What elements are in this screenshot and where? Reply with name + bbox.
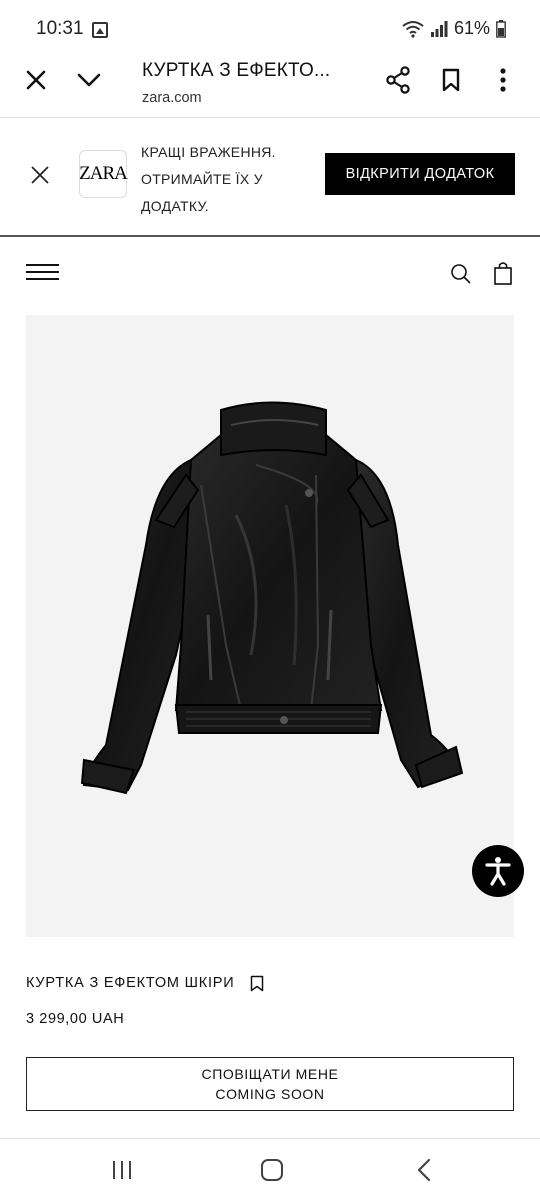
- notify-me-button[interactable]: СПОВІЩАТИ МЕНЕ COMING SOON: [26, 1057, 514, 1111]
- zara-app-logo: ZARA: [79, 150, 128, 198]
- chevron-down-icon: [77, 73, 101, 87]
- accessibility-button[interactable]: [472, 845, 524, 897]
- share-button[interactable]: [376, 58, 420, 102]
- gallery-notification-icon: [92, 22, 108, 38]
- status-indicators: 61%: [402, 18, 506, 39]
- status-time: 10:31: [36, 18, 84, 39]
- share-icon: [386, 66, 410, 94]
- battery-percent: 61%: [453, 18, 490, 38]
- product-price: 3 299,00 UAH: [26, 1011, 125, 1027]
- home-icon: [261, 1159, 283, 1181]
- system-navigation-bar: [0, 1138, 540, 1200]
- signal-icon: [430, 20, 448, 37]
- bookmark-button[interactable]: [429, 58, 473, 102]
- page-title[interactable]: КУРТКА З ЕФЕКТО...: [142, 60, 330, 82]
- more-vertical-icon: [500, 68, 506, 92]
- banner-message-line1: КРАЩІ ВРАЖЕННЯ.: [141, 144, 276, 160]
- recent-apps-button[interactable]: [102, 1153, 142, 1187]
- more-options-button[interactable]: [481, 58, 525, 102]
- bookmark-icon: [442, 68, 460, 92]
- site-header: [0, 237, 540, 313]
- back-chevron-icon: [417, 1158, 431, 1182]
- accessibility-icon: [485, 857, 511, 886]
- coming-soon-label: COMING SOON: [215, 1086, 325, 1102]
- product-name: КУРТКА З ЕФЕКТОМ ШКІРИ: [26, 975, 235, 991]
- back-button[interactable]: [404, 1153, 444, 1187]
- notify-label: СПОВІЩАТИ МЕНЕ: [201, 1066, 339, 1082]
- open-app-button[interactable]: ВІДКРИТИ ДОДАТОК: [325, 153, 515, 195]
- wishlist-bookmark-icon[interactable]: [250, 975, 264, 992]
- close-icon: [26, 70, 46, 90]
- banner-message: КРАЩІ ВРАЖЕННЯ. ОТРИМАЙТЕ ЇХ У ДОДАТКУ.: [141, 139, 311, 220]
- browser-toolbar: КУРТКА З ЕФЕКТО... zara.com: [0, 58, 540, 118]
- app-promo-banner: ZARA КРАЩІ ВРАЖЕННЯ. ОТРИМАЙТЕ ЇХ У ДОДА…: [0, 119, 540, 237]
- leather-jacket-illustration: [80, 401, 464, 795]
- minimize-button[interactable]: [67, 58, 111, 102]
- banner-message-line3: ДОДАТКУ.: [141, 198, 209, 214]
- recent-apps-icon: [113, 1161, 131, 1179]
- status-bar: 10:31 61%: [0, 0, 540, 58]
- home-button[interactable]: [252, 1153, 292, 1187]
- product-image[interactable]: [26, 315, 514, 937]
- page-url[interactable]: zara.com: [142, 90, 202, 106]
- logo-text: ZARA: [79, 163, 128, 184]
- wifi-icon: [402, 20, 424, 38]
- hamburger-menu-icon[interactable]: [26, 264, 59, 280]
- close-tab-button[interactable]: [14, 58, 58, 102]
- banner-close-button[interactable]: [22, 157, 58, 193]
- battery-icon: [496, 19, 506, 38]
- shopping-bag-icon[interactable]: [493, 261, 513, 285]
- close-icon: [31, 166, 49, 184]
- banner-message-line2: ОТРИМАЙТЕ ЇХ У: [141, 171, 263, 187]
- search-icon[interactable]: [450, 263, 472, 285]
